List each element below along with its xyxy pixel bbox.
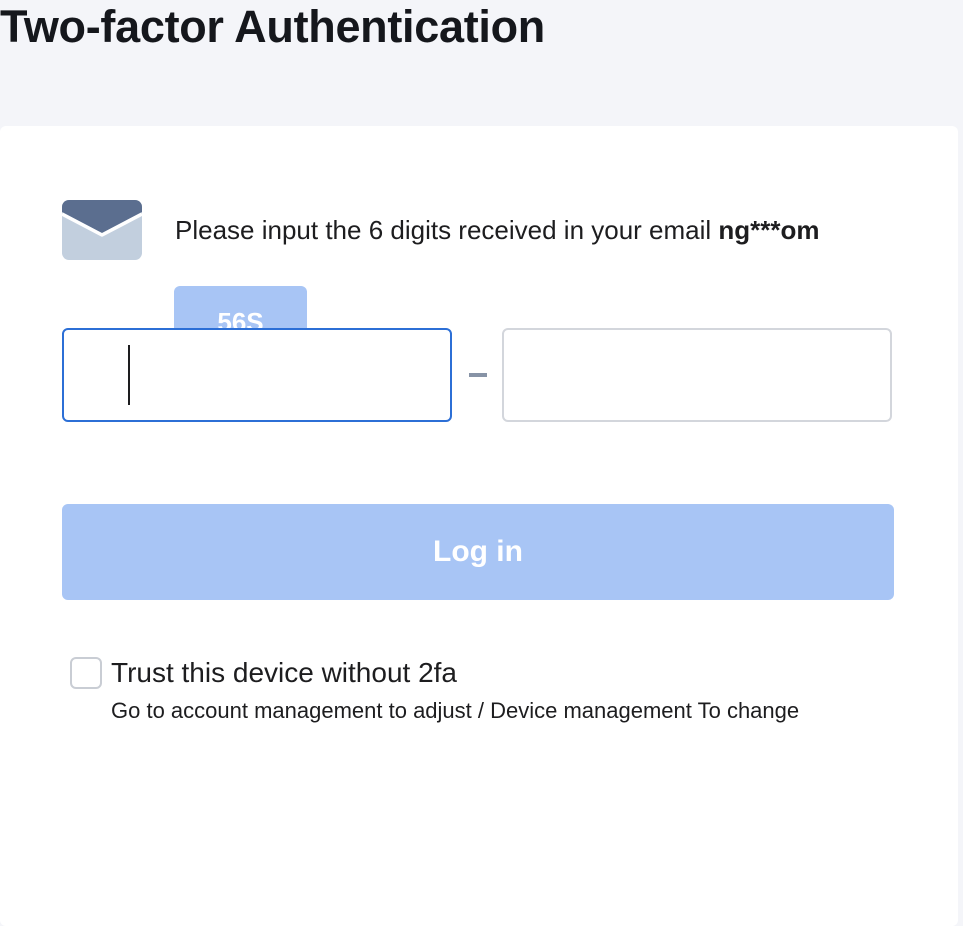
verification-prompt: Please input the 6 digits received in yo… <box>175 214 820 246</box>
code-group-second <box>502 328 892 422</box>
trust-device-label[interactable]: Trust this device without 2fa <box>111 656 457 690</box>
code-digit-1[interactable] <box>64 330 450 420</box>
trust-device-hint: Go to account management to adjust / Dev… <box>111 698 800 723</box>
prompt-text: Please input the 6 digits received in yo… <box>175 215 719 245</box>
text-caret <box>128 345 130 405</box>
masked-email: ng***om <box>718 215 820 245</box>
code-digit-4[interactable] <box>504 330 890 420</box>
code-separator <box>469 373 487 377</box>
code-group-first <box>62 328 452 422</box>
page-title: Two-factor Authentication <box>0 1 545 52</box>
login-button[interactable]: Log in <box>62 504 894 600</box>
envelope-icon <box>62 200 142 260</box>
trust-device-checkbox[interactable] <box>70 657 102 689</box>
